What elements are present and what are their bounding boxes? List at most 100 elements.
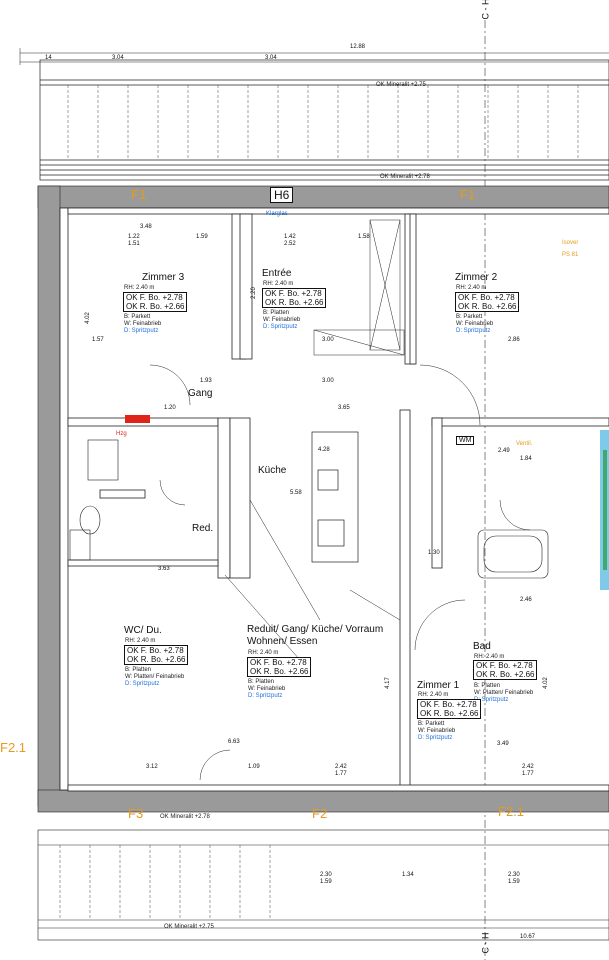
dim-3-12: 3.12 [146, 764, 158, 770]
pipe-marker [603, 450, 607, 570]
ok-box-zimmer2: OK F. Bo. +2.78 OK R. Bo. +2.66 [455, 292, 520, 312]
room-rh-living: RH: 2.40 m [248, 650, 279, 656]
bottom-roof-structure [37, 829, 609, 941]
wc-fixtures [69, 439, 119, 561]
ok-box-wc: OK F. Bo. +2.78 OK R. Bo. +2.66 [124, 645, 189, 665]
ok-f-zimmer1: OK F. Bo. +2.78 [420, 700, 477, 709]
dim-1-58: 1.58 [358, 234, 370, 240]
roof-label-bottom: OK Mineralit +2.78 [160, 814, 210, 820]
dim-4-17: 4.17 [384, 677, 391, 689]
dim-1-51: 1.51 [128, 241, 140, 247]
dim-1-34: 1.34 [402, 872, 414, 878]
label-gang: Gang [188, 388, 213, 399]
room-rh-entree: RH: 2.40 m [263, 281, 294, 287]
spec-b-zimmer3: B: Parkett [124, 314, 151, 320]
spec-b-entree: B: Platten [263, 310, 290, 316]
spec-w-entree: W: Feinabrieb [263, 317, 301, 323]
window-tag-f3: F3 [128, 806, 144, 821]
ok-r-zimmer1: OK R. Bo. +2.66 [420, 709, 479, 718]
room-name-bad: Bad [473, 641, 491, 652]
dim-5-58: 5.58 [290, 490, 302, 496]
ok-f-bad: OK F. Bo. +2.78 [476, 661, 533, 670]
dim-1-30: 1.30 [428, 550, 440, 556]
door-tag-h6: H6 [270, 187, 294, 203]
label-ventil-bad: Ventil. [516, 441, 533, 447]
dim-2-52: 2.52 [284, 241, 296, 247]
spec-zimmer3: B: Parkett W: Feinabrieb D: Spritzputz [124, 314, 161, 335]
dim-3-49: 3.49 [497, 741, 509, 747]
dim-2-49: 2.49 [498, 448, 510, 454]
room-name-living: Reduit/ Gang/ Küche/ Vorraum [247, 624, 384, 635]
dim-3-63: 3.63 [158, 566, 170, 572]
spec-w-wc: W: Platten/ Feinabrieb [125, 674, 185, 680]
dim-3-48: 3.48 [140, 224, 152, 230]
room-rh-zimmer2: RH: 2.40 m [456, 285, 487, 291]
ok-box-zimmer3: OK F. Bo. +2.78 OK R. Bo. +2.66 [123, 292, 188, 312]
ok-r-wc: OK R. Bo. +2.66 [127, 655, 186, 664]
spec-entree: B: Platten W: Feinabrieb D: Spritzputz [263, 310, 300, 331]
ok-r-entree: OK R. Bo. +2.66 [265, 298, 324, 307]
spec-b-zimmer2: B: Parkett [456, 314, 483, 320]
ok-box-entree: OK F. Bo. +2.78 OK R. Bo. +2.66 [262, 288, 327, 308]
dim-3-00-mid: 3.00 [322, 378, 334, 384]
window-tag-f1-right: F1 [460, 187, 476, 202]
dim-2-30-b: 2.30 [508, 872, 520, 878]
spec-d-wc: D: Spritzputz [125, 681, 160, 687]
spec-wc: B: Platten W: Platten/ Feinabrieb D: Spr… [125, 667, 184, 688]
spec-d-zimmer3: D: Spritzputz [124, 328, 159, 334]
ok-box-bad: OK F. Bo. +2.78 OK R. Bo. +2.66 [473, 660, 538, 680]
spec-b-wc: B: Platten [125, 667, 152, 673]
dim-4-02-a: 4.02 [84, 312, 91, 324]
overall-dim-top: 12.88 [350, 44, 366, 50]
label-ps: PS 81 [562, 252, 579, 258]
room-name-entree: Entrée [262, 268, 292, 279]
ok-f-entree: OK F. Bo. +2.78 [265, 289, 322, 298]
spec-bad: B: Platten W: Platten/ Feinabrieb D: Spr… [474, 683, 533, 704]
label-hzg: Hzg [116, 431, 127, 437]
ok-r-bad: OK R. Bo. +2.66 [476, 670, 535, 679]
dim-1-84: 1.84 [520, 456, 532, 462]
room-name-zimmer2: Zimmer 2 [455, 272, 498, 283]
built-in-cabinet [313, 219, 405, 356]
dim-1-22: 1.22 [128, 234, 140, 240]
ok-f-zimmer3: OK F. Bo. +2.78 [126, 293, 183, 302]
dim-1-57: 1.57 [92, 337, 104, 343]
window-tag-f1-left: F1 [131, 187, 147, 202]
room-name-zimmer1: Zimmer 1 [417, 680, 460, 691]
top-seg-2: 3.04 [265, 55, 277, 61]
dim-1-09: 1.09 [248, 764, 260, 770]
dim-1-20: 1.20 [164, 405, 176, 411]
ok-box-living: OK F. Bo. +2.78 OK R. Bo. +2.66 [247, 657, 312, 677]
window-tag-f2-1-left: F2.1 [0, 740, 27, 755]
roof-label-top: OK Mineralit +2.75 [376, 82, 426, 88]
dim-3-00-top: 3.00 [322, 337, 334, 343]
spec-b-bad: B: Platten [474, 683, 501, 689]
ok-f-zimmer2: OK F. Bo. +2.78 [458, 293, 515, 302]
room-name-wc: WC/ Du. [124, 625, 162, 636]
top-dimension-lines [19, 48, 609, 65]
spec-d-bad: D: Spritzputz [474, 697, 509, 703]
spec-zimmer2: B: Parkett W: Feinabrieb D: Spritzputz [456, 314, 493, 335]
dim-1-59: 1.59 [196, 234, 208, 240]
spec-w-zimmer2: W: Feinabrieb [456, 321, 494, 327]
spec-zimmer1: B: Parkett W: Feinabrieb D: Spritzputz [418, 721, 455, 742]
dim-1-59-a: 1.59 [320, 879, 332, 885]
spec-b-zimmer1: B: Parkett [418, 721, 445, 727]
room-rh-zimmer3: RH: 2.40 m [124, 285, 155, 291]
spec-d-zimmer1: D: Spritzputz [418, 735, 453, 741]
dim-1-59-b: 1.59 [508, 879, 520, 885]
ok-r-living: OK R. Bo. +2.66 [250, 667, 309, 676]
ok-f-wc: OK F. Bo. +2.78 [127, 646, 184, 655]
spec-d-zimmer2: D: Spritzputz [456, 328, 491, 334]
window-tag-f2-1-bottom: F2.1 [498, 804, 525, 819]
overall-dim-bottom: 10.67 [520, 934, 536, 940]
dim-2-42-b: 2.42 [522, 764, 534, 770]
dim-2-20: 2.20 [250, 287, 257, 299]
room-rh-wc: RH: 2.40 m [125, 638, 156, 644]
spec-w-bad: W: Platten/ Feinabrieb [474, 690, 534, 696]
axis-label-bottom: C - H [480, 932, 491, 954]
label-wm: WM [456, 436, 475, 445]
heating-marker [125, 415, 150, 423]
spec-d-living: D: Spritzputz [248, 693, 283, 699]
ok-r-zimmer2: OK R. Bo. +2.66 [458, 302, 517, 311]
